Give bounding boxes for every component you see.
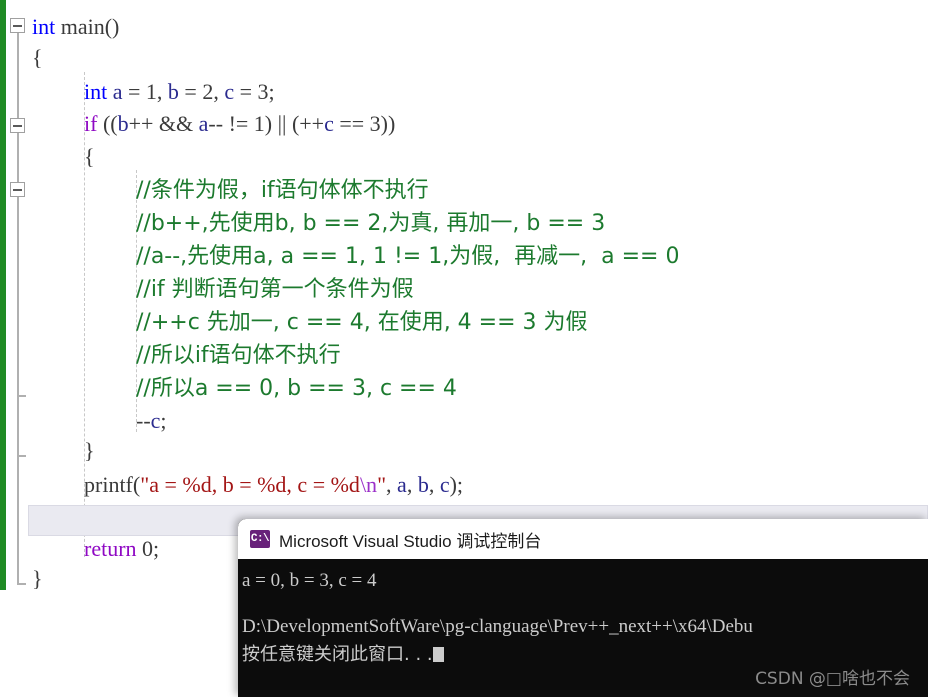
code-token: ; — [160, 408, 167, 433]
code-token: = 1, — [122, 79, 168, 104]
code-token: int — [32, 14, 56, 39]
console-prompt-text: 按任意键关闭此窗口. . . — [242, 644, 433, 665]
code-token: } — [84, 438, 95, 463]
fold-toggle-block[interactable] — [10, 182, 25, 197]
code-token: b — [117, 111, 129, 136]
code-token: = 2, — [178, 79, 225, 104]
code-token: printf — [84, 472, 133, 497]
csdn-watermark: CSDN @□啥也不会 — [755, 669, 910, 689]
console-path-line: D:\DevelopmentSoftWare\pg-clanguage\Prev… — [242, 616, 753, 637]
code-token: ++ && — [128, 111, 199, 136]
change-indicator-bar — [0, 0, 6, 590]
line-comment-3: //a--,先使用a, a == 1, 1 != 1,为假, 再减一, a ==… — [136, 245, 679, 268]
code-token: main — [60, 14, 105, 39]
code-token: { — [84, 144, 95, 169]
code-token: "a = %d, b = %d, c = %d — [140, 472, 360, 497]
code-token: //条件为假，if语句体体不执行 — [136, 178, 429, 203]
code-token: b — [167, 79, 179, 104]
code-token: { — [32, 45, 43, 70]
line-declaration: int a = 1, b = 2, c = 3; — [84, 81, 275, 103]
code-token: ); — [449, 472, 464, 497]
code-token: //if 判断语句第一个条件为假 — [136, 277, 414, 302]
console-title-text: Microsoft Visual Studio 调试控制台 — [279, 531, 542, 551]
code-token: //b++,先使用b, b == 2,为真, 再加一, b == 3 — [136, 211, 606, 236]
code-token: //++c 先加一, c == 4, 在使用, 4 == 3 为假 — [136, 310, 588, 335]
code-token: b — [417, 472, 429, 497]
code-token: a — [397, 472, 407, 497]
code-token: , — [428, 472, 440, 497]
line-open-brace-main: { — [32, 47, 43, 69]
code-token: c — [439, 472, 450, 497]
code-token: , — [406, 472, 418, 497]
code-token: a — [198, 111, 209, 136]
line-close-brace-main: } — [32, 568, 43, 590]
line-comment-6: //所以if语句体不执行 — [136, 344, 341, 367]
line-comment-5: //++c 先加一, c == 4, 在使用, 4 == 3 为假 — [136, 311, 588, 334]
code-token: \n — [359, 472, 378, 497]
line-decrement-c: --c; — [136, 410, 167, 432]
outline-tick-main-end — [17, 583, 26, 585]
code-token: " — [377, 472, 387, 497]
fold-toggle-if[interactable] — [10, 118, 25, 133]
code-token: 0; — [136, 536, 160, 561]
code-token: } — [32, 566, 43, 591]
code-token: //a--,先使用a, a == 1, 1 != 1,为假, 再减一, a ==… — [136, 244, 680, 269]
line-if-condition: if ((b++ && a-- != 1) || (++c == 3)) — [84, 113, 395, 135]
line-main-signature: int main() — [32, 16, 119, 38]
outline-rail-if — [17, 133, 19, 182]
console-output-line: a = 0, b = 3, c = 4 — [242, 570, 377, 591]
code-token: == 3)) — [333, 111, 396, 136]
line-comment-4: //if 判断语句第一个条件为假 — [136, 278, 414, 301]
code-token: c — [224, 79, 235, 104]
code-token: c — [324, 111, 334, 136]
code-token: //所以a == 0, b == 3, c == 4 — [136, 376, 457, 401]
outline-rail-main-tail — [17, 455, 19, 583]
code-token: //所以if语句体不执行 — [136, 343, 341, 368]
outline-rail-main — [17, 33, 19, 118]
code-token: () — [104, 14, 120, 39]
code-token: (( — [97, 111, 118, 136]
code-token: -- — [136, 408, 151, 433]
console-title-bar[interactable]: C:\ Microsoft Visual Studio 调试控制台 — [238, 519, 928, 559]
code-token: a — [112, 79, 123, 104]
line-comment-7: //所以a == 0, b == 3, c == 4 — [136, 377, 457, 400]
line-comment-2: //b++,先使用b, b == 2,为真, 再加一, b == 3 — [136, 212, 605, 235]
console-window-icon: C:\ — [250, 530, 270, 548]
code-token: return — [84, 536, 137, 561]
fold-toggle-main[interactable] — [10, 18, 25, 33]
line-open-brace-if: { — [84, 146, 95, 168]
code-token: int — [84, 79, 108, 104]
line-printf: printf("a = %d, b = %d, c = %d\n", a, b,… — [84, 474, 463, 496]
line-close-brace-if: } — [84, 440, 95, 462]
line-comment-1: //条件为假，if语句体体不执行 — [136, 179, 429, 202]
outline-rail-lower — [17, 395, 19, 455]
console-cursor — [432, 647, 444, 662]
line-return: return 0; — [84, 538, 159, 560]
code-token: c — [150, 408, 161, 433]
code-token: = 3; — [234, 79, 275, 104]
code-token: -- != 1) || (++ — [208, 111, 325, 136]
outline-rail-block — [17, 197, 19, 395]
code-token: if — [84, 111, 98, 136]
code-token: , — [386, 472, 398, 497]
